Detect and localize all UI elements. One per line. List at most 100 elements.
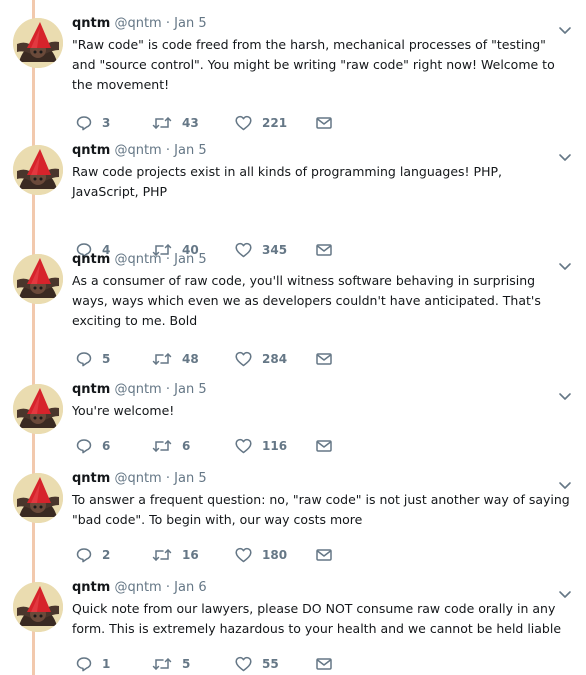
direct-message-button[interactable] — [316, 350, 332, 368]
tweet-date[interactable]: Jan 5 — [174, 382, 206, 397]
tweet-text: As a consumer of raw code, you'll witnes… — [72, 273, 545, 328]
tweet-date[interactable]: Jan 5 — [174, 143, 206, 158]
envelope-icon — [316, 549, 332, 561]
user-handle[interactable]: @qntm — [114, 580, 161, 595]
direct-message-button[interactable] — [316, 546, 332, 564]
tweet-text: You're welcome! — [72, 403, 175, 418]
user-handle[interactable]: @qntm — [114, 382, 161, 397]
like-count: 284 — [262, 352, 288, 366]
chevron-down-icon[interactable] — [558, 387, 572, 400]
user-name[interactable]: qntm — [72, 580, 110, 595]
separator: · — [165, 382, 171, 397]
reply-count: 2 — [102, 548, 111, 562]
chevron-down-icon[interactable] — [558, 148, 572, 161]
tweet-text: Raw code projects exist in all kinds of … — [72, 164, 506, 199]
retweet-count: 6 — [182, 439, 191, 453]
tweet-text: "Raw code" is code freed from the harsh,… — [72, 37, 559, 92]
user-name[interactable]: qntm — [72, 252, 110, 267]
tweet-date[interactable]: Jan 6 — [174, 580, 206, 595]
retweet-button[interactable]: 5 — [152, 655, 190, 673]
tweet-header: qntm @qntm · Jan 6 — [72, 579, 207, 597]
chevron-down-icon[interactable] — [558, 257, 572, 270]
gnome-avatar-icon — [13, 254, 63, 304]
like-count: 55 — [262, 657, 279, 671]
avatar[interactable] — [13, 473, 63, 523]
heart-icon — [235, 115, 252, 131]
gnome-avatar-icon — [13, 145, 63, 195]
tweet-date[interactable]: Jan 5 — [174, 471, 206, 486]
user-handle[interactable]: @qntm — [114, 143, 161, 158]
retweet-button[interactable]: 48 — [152, 350, 199, 368]
like-count: 116 — [262, 439, 288, 453]
user-name[interactable]: qntm — [72, 382, 110, 397]
thread-line — [32, 0, 35, 675]
retweet-icon — [152, 549, 172, 561]
chevron-down-icon[interactable] — [558, 21, 572, 34]
avatar[interactable] — [13, 384, 63, 434]
user-name[interactable]: qntm — [72, 471, 110, 486]
reply-count: 3 — [102, 116, 111, 130]
retweet-count: 48 — [182, 352, 199, 366]
direct-message-button[interactable] — [316, 241, 332, 259]
tweet-date[interactable]: Jan 5 — [174, 16, 206, 31]
envelope-icon — [316, 117, 332, 129]
envelope-icon — [316, 658, 332, 670]
like-button[interactable]: 55 — [235, 655, 279, 673]
envelope-icon — [316, 440, 332, 452]
heart-icon — [235, 438, 252, 454]
reply-button[interactable]: 5 — [76, 350, 110, 368]
like-count: 221 — [262, 116, 288, 130]
reply-icon — [76, 352, 92, 367]
avatar[interactable] — [13, 145, 63, 195]
like-button[interactable]: 345 — [235, 241, 287, 259]
separator: · — [165, 580, 171, 595]
direct-message-button[interactable] — [316, 655, 332, 673]
avatar[interactable] — [13, 18, 63, 68]
like-button[interactable]: 116 — [235, 437, 287, 455]
tweet-header: qntm @qntm · Jan 5 — [72, 470, 207, 488]
gnome-avatar-icon — [13, 473, 63, 523]
tweet-actions: 3 43 221 — [76, 114, 376, 132]
separator: · — [165, 471, 171, 486]
tweet-header: qntm @qntm · Jan 5 — [72, 142, 207, 160]
separator: · — [165, 252, 171, 267]
reply-icon — [76, 548, 92, 563]
retweet-count: 16 — [182, 548, 199, 562]
reply-button[interactable]: 2 — [76, 546, 110, 564]
chevron-down-icon[interactable] — [558, 476, 572, 489]
user-handle[interactable]: @qntm — [114, 471, 161, 486]
envelope-icon — [316, 244, 332, 256]
like-button[interactable]: 221 — [235, 114, 287, 132]
reply-button[interactable]: 1 — [76, 655, 110, 673]
tweet-actions: 2 16 180 — [76, 546, 376, 564]
tweet-text: Quick note from our lawyers, please DO N… — [72, 601, 562, 636]
retweet-button[interactable]: 43 — [152, 114, 199, 132]
reply-icon — [76, 116, 92, 131]
reply-button[interactable]: 3 — [76, 114, 110, 132]
reply-count: 5 — [102, 352, 111, 366]
user-handle[interactable]: @qntm — [114, 252, 161, 267]
direct-message-button[interactable] — [316, 114, 332, 132]
direct-message-button[interactable] — [316, 437, 332, 455]
reply-icon — [76, 439, 92, 454]
user-name[interactable]: qntm — [72, 143, 110, 158]
heart-icon — [235, 547, 252, 563]
reply-count: 6 — [102, 439, 111, 453]
user-handle[interactable]: @qntm — [114, 16, 161, 31]
like-button[interactable]: 284 — [235, 350, 287, 368]
reply-button[interactable]: 6 — [76, 437, 110, 455]
gnome-avatar-icon — [13, 18, 63, 68]
heart-icon — [235, 351, 252, 367]
gnome-avatar-icon — [13, 384, 63, 434]
tweet-date[interactable]: Jan 5 — [174, 252, 206, 267]
retweet-count: 43 — [182, 116, 199, 130]
avatar[interactable] — [13, 254, 63, 304]
retweet-button[interactable]: 6 — [152, 437, 190, 455]
avatar[interactable] — [13, 582, 63, 632]
retweet-button[interactable]: 16 — [152, 546, 199, 564]
retweet-icon — [152, 658, 172, 670]
user-name[interactable]: qntm — [72, 16, 110, 31]
chevron-down-icon[interactable] — [558, 585, 572, 598]
retweet-icon — [152, 117, 172, 129]
like-button[interactable]: 180 — [235, 546, 287, 564]
